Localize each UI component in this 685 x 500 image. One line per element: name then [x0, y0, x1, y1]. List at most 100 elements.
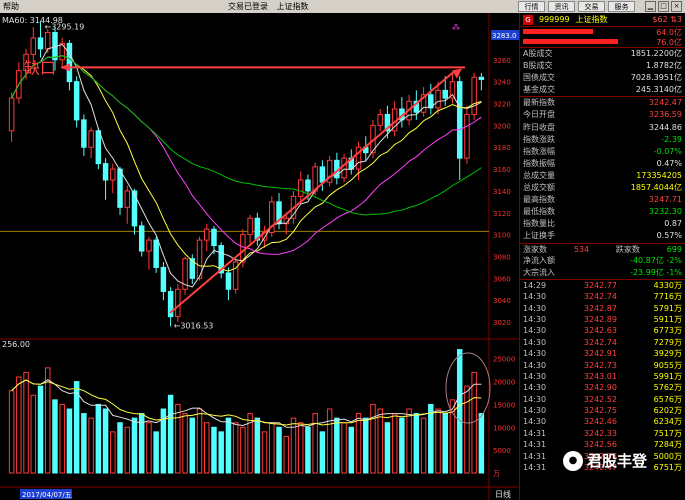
maximize-icon[interactable]: □ — [658, 1, 669, 12]
buy-bar — [523, 29, 593, 34]
tab-news[interactable]: 资讯 — [548, 1, 575, 12]
volume-bar — [81, 413, 87, 474]
stat-row-6-value: 173354205 — [636, 170, 682, 180]
panel-nav[interactable]: $62 ⇅3 — [652, 15, 682, 24]
candle-body — [102, 163, 109, 181]
login-status: 交易已登录 — [228, 2, 268, 11]
candle-body — [471, 76, 477, 115]
price-tick: 3120 — [493, 210, 511, 218]
low-price-label: ←3016.53 — [174, 321, 214, 330]
turnover-row-0-label: A股成交 — [523, 49, 553, 58]
tick-time: 14:30 — [523, 371, 547, 381]
tab-service[interactable]: 服务 — [608, 1, 635, 12]
stat-row-6: 总成交量 173354205 — [520, 170, 685, 182]
volume-bar — [102, 408, 109, 474]
minimize-icon[interactable]: ▁ — [645, 1, 656, 12]
turnover-row-0-value: 1851.2200亿 — [630, 49, 682, 58]
volume-bar — [37, 385, 44, 474]
tick-volume: 5991万 — [653, 371, 682, 381]
volume-bar — [370, 403, 376, 474]
tick-list[interactable]: 14:29 3242.77 4330万 14:30 3242.74 7716万 14:30 3… — [520, 278, 685, 474]
tick-price: 3242.52 — [583, 394, 617, 404]
tick-row: 14:30 3242.63 6773万 — [520, 325, 685, 336]
tick-time: 14:31 — [523, 428, 547, 438]
volume-bar — [52, 399, 58, 474]
flow-row: 大宗流入 -23.99亿 -1% — [520, 267, 685, 279]
advance-decline: 涨家数 534 跌家数 699 — [520, 242, 685, 255]
volume-bar — [355, 413, 362, 474]
stat-row-10-value: 0.87 — [664, 219, 682, 229]
tick-row: 14:30 3242.73 9055万 — [520, 360, 685, 371]
candle-body — [95, 130, 102, 165]
candle-body — [110, 168, 116, 181]
stat-row-9-label: 最低指数 — [523, 207, 555, 217]
volume-bar — [305, 426, 311, 474]
volume-bar — [413, 413, 420, 474]
volume-bar — [189, 417, 196, 474]
tick-time: 14:30 — [523, 303, 547, 313]
candle-body — [160, 266, 167, 292]
tick-time: 14:30 — [523, 292, 547, 302]
tick-volume: 4330万 — [653, 280, 682, 290]
tick-price: 3242.73 — [583, 360, 617, 370]
tick-price: 3242.87 — [583, 303, 617, 313]
turnover-row-0: A股成交 1851.2200亿 — [520, 48, 685, 60]
turnover-row-2-value: 7028.3951亿 — [630, 73, 682, 83]
period-label: 日线 — [495, 489, 511, 499]
volume-bar — [146, 422, 152, 474]
stat-row-2-label: 昨日收盘 — [523, 122, 555, 132]
volume-bar — [95, 403, 102, 474]
candle-body — [66, 42, 73, 83]
stat-row-11: 上证换手 0.57% — [520, 230, 685, 242]
price-tick: 3220 — [493, 101, 511, 109]
help-menu[interactable]: 帮助 — [3, 1, 19, 12]
stat-row-2-value: 3244.86 — [648, 122, 682, 132]
sell-bar — [523, 39, 618, 44]
price-tick: 3260 — [493, 57, 511, 65]
tick-row: 14:30 3242.91 3929万 — [520, 348, 685, 359]
candle-body — [45, 31, 51, 50]
index-code: 999999 — [539, 15, 570, 24]
panel-title: G 999999 上证指数 $62 ⇅3 — [520, 13, 685, 27]
volume-tick: 5000 — [493, 447, 511, 455]
candle-body — [138, 225, 145, 252]
tick-volume: 6234万 — [653, 417, 682, 427]
candle-body — [247, 217, 253, 236]
volume-bar — [131, 417, 138, 474]
volume-label: 256.00 — [2, 340, 30, 349]
candle-body — [73, 81, 80, 121]
tab-quotes[interactable]: 行情 — [518, 1, 545, 12]
volume-bar — [334, 417, 340, 474]
flow-value: -40.87亿 -2% — [630, 255, 682, 265]
volume-bar — [45, 367, 51, 474]
volume-tick: 15000 — [493, 401, 515, 409]
tick-row: 14:30 3242.74 7716万 — [520, 291, 685, 302]
tab-trade[interactable]: 交易 — [578, 1, 605, 12]
turnover-row-2-label: 国债成交 — [523, 73, 555, 83]
volume-bar — [456, 349, 463, 474]
turnover-list: A股成交 1851.2200亿 B股成交 1.8782亿 国债成交 7028.3951亿基… — [520, 47, 685, 96]
stat-row-1-label: 今日开盘 — [523, 110, 555, 120]
tick-time: 14:31 — [523, 451, 547, 461]
volume-bar — [218, 431, 224, 474]
bar-sell: 76.0亿 — [520, 37, 685, 47]
price-tick: 3060 — [493, 275, 511, 283]
tick-volume: 6773万 — [653, 326, 682, 336]
price-tick: 3240 — [493, 79, 511, 87]
stat-row-1-value: 3236.59 — [648, 110, 682, 120]
tick-row: 14:30 3242.90 5762万 — [520, 382, 685, 393]
turnover-row-1-label: B股成交 — [523, 61, 553, 71]
flow-value: -23.99亿 -1% — [630, 267, 682, 277]
price-tick: 3040 — [493, 297, 511, 305]
wechat-icon: ● — [563, 450, 583, 471]
index-name: 上证指数 — [575, 15, 608, 24]
kline-chart[interactable]: MA60: 3144.98256.00326032403220320031803… — [0, 13, 519, 500]
volume-bar — [384, 422, 391, 474]
stat-row-9-value: 3232.30 — [648, 207, 682, 217]
stat-row-0: 最新指数 3242.47 — [520, 97, 685, 109]
tick-row: 14:29 3242.77 4330万 — [520, 280, 685, 291]
close-icon[interactable]: × — [671, 1, 682, 12]
index-stats: 最新指数 3242.47 今日开盘 3236.59 昨日收盘 3244.86 指数涨跌 -2.… — [520, 96, 685, 242]
tick-row: 14:30 3242.74 7279万 — [520, 337, 685, 348]
price-tick: 3180 — [493, 144, 511, 152]
